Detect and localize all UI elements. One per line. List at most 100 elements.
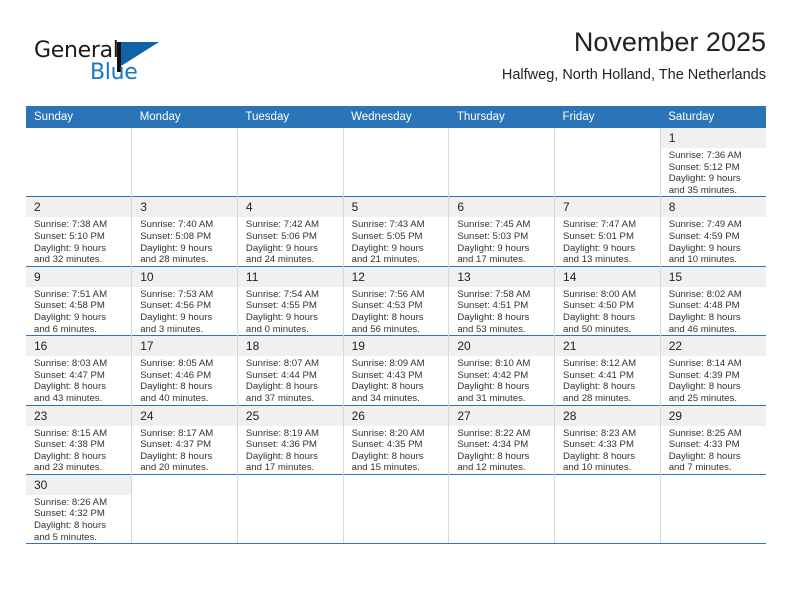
calendar-day-cell[interactable]: 7 Sunrise: 7:47 AM Sunset: 5:01 PM Daylight… — [554, 196, 661, 267]
page-header: General Blue November 2025 Halfweg, Nort… — [26, 26, 766, 102]
daylight-duration-line2: and 5 minutes. — [34, 531, 97, 543]
day-number: 23 — [26, 405, 132, 426]
daylight-duration-line2: and 17 minutes. — [245, 462, 315, 474]
sunrise-time: Sunrise: 8:26 AM — [34, 496, 108, 508]
weekday-header-friday: Friday — [554, 106, 661, 128]
day-sun-info: Sunrise: 8:20 AM Sunset: 4:35 PM Daylight:… — [344, 426, 449, 474]
day-number: 26 — [343, 405, 449, 426]
day-number: 22 — [660, 336, 766, 357]
day-number: 29 — [660, 405, 766, 426]
daylight-duration-line1: Daylight: 9 hours — [457, 242, 530, 254]
calendar-cell-empty — [554, 473, 661, 545]
daylight-duration-line2: and 10 minutes. — [563, 462, 632, 474]
day-number: 6 — [449, 197, 555, 218]
calendar-day-cell[interactable]: 30 Sunrise: 8:26 AM Sunset: 4:32 PM Dayligh… — [26, 473, 133, 545]
day-number: 9 — [26, 266, 132, 287]
calendar-day-cell[interactable]: 20 Sunrise: 8:10 AM Sunset: 4:42 PM Dayligh… — [448, 335, 556, 405]
day-cell-inner: 27 Sunrise: 8:22 AM Sunset: 4:34 PM Dayligh… — [449, 405, 555, 474]
calendar-day-cell[interactable]: 23 Sunrise: 8:15 AM Sunset: 4:38 PM Dayligh… — [26, 404, 133, 475]
calendar-day-cell[interactable]: 26 Sunrise: 8:20 AM Sunset: 4:35 PM Dayligh… — [343, 404, 450, 475]
logo-text-blue: Blue — [90, 60, 138, 85]
daylight-duration-line1: Daylight: 8 hours — [457, 311, 530, 323]
day-cell-inner: 30 Sunrise: 8:26 AM Sunset: 4:32 PM Dayligh… — [26, 474, 132, 543]
calendar-day-cell[interactable]: 15 Sunrise: 8:02 AM Sunset: 4:48 PM Dayligh… — [660, 265, 766, 336]
calendar-day-cell[interactable]: 18 Sunrise: 8:07 AM Sunset: 4:44 PM Dayligh… — [237, 335, 344, 405]
calendar-cell-empty — [343, 473, 450, 545]
daylight-duration-line1: Daylight: 8 hours — [351, 381, 424, 393]
day-sun-info: Sunrise: 8:25 AM Sunset: 4:33 PM Daylight:… — [661, 426, 766, 474]
calendar-day-cell[interactable]: 1 Sunrise: 7:36 AM Sunset: 5:12 PM Daylight… — [660, 128, 766, 197]
sunset-time: Sunset: 4:47 PM — [34, 369, 105, 381]
sunrise-time: Sunrise: 7:54 AM — [245, 288, 319, 300]
day-cell-inner: 14 Sunrise: 8:00 AM Sunset: 4:50 PM Dayligh… — [555, 266, 660, 335]
empty-cell-inner — [344, 128, 449, 196]
calendar-day-cell[interactable]: 24 Sunrise: 8:17 AM Sunset: 4:37 PM Dayligh… — [131, 404, 238, 475]
sunset-time: Sunset: 4:33 PM — [563, 439, 634, 451]
sunset-time: Sunset: 4:56 PM — [140, 300, 212, 312]
daylight-duration-line2: and 28 minutes. — [140, 254, 209, 266]
daylight-duration-line2: and 35 minutes. — [668, 184, 737, 196]
daylight-duration-line2: and 0 minutes. — [245, 323, 309, 335]
calendar-day-cell[interactable]: 21 Sunrise: 8:12 AM Sunset: 4:41 PM Dayligh… — [554, 335, 661, 405]
general-blue-logo[interactable]: General Blue — [34, 30, 194, 90]
calendar-day-cell[interactable]: 16 Sunrise: 8:03 AM Sunset: 4:47 PM Dayligh… — [26, 335, 133, 405]
day-cell-inner: 26 Sunrise: 8:20 AM Sunset: 4:35 PM Dayligh… — [343, 405, 449, 474]
sunset-time: Sunset: 5:03 PM — [457, 230, 529, 242]
empty-cell-inner — [661, 475, 766, 543]
day-cell-inner: 8 Sunrise: 7:49 AM Sunset: 4:59 PM Daylight… — [660, 197, 766, 265]
calendar-day-cell[interactable]: 5 Sunrise: 7:43 AM Sunset: 5:05 PM Daylight… — [343, 196, 450, 267]
calendar-day-cell[interactable]: 14 Sunrise: 8:00 AM Sunset: 4:50 PM Dayligh… — [554, 265, 661, 336]
sunset-time: Sunset: 4:42 PM — [457, 369, 529, 381]
calendar-day-cell[interactable]: 19 Sunrise: 8:09 AM Sunset: 4:43 PM Dayligh… — [343, 335, 450, 405]
calendar-day-cell[interactable]: 8 Sunrise: 7:49 AM Sunset: 4:59 PM Daylight… — [660, 196, 766, 267]
daylight-duration-line1: Daylight: 8 hours — [34, 520, 106, 532]
empty-cell-inner — [555, 128, 660, 196]
day-number: 16 — [26, 336, 132, 357]
calendar-day-cell[interactable]: 10 Sunrise: 7:53 AM Sunset: 4:56 PM Dayligh… — [131, 265, 238, 336]
calendar-day-cell[interactable]: 9 Sunrise: 7:51 AM Sunset: 4:58 PM Daylight… — [26, 265, 133, 336]
sunset-time: Sunset: 4:33 PM — [668, 439, 740, 451]
calendar-day-cell[interactable]: 6 Sunrise: 7:45 AM Sunset: 5:03 PM Daylight… — [448, 196, 556, 267]
daylight-duration-line1: Daylight: 8 hours — [140, 450, 213, 462]
day-cell-inner: 28 Sunrise: 8:23 AM Sunset: 4:33 PM Dayligh… — [555, 405, 660, 474]
day-cell-inner: 29 Sunrise: 8:25 AM Sunset: 4:33 PM Dayligh… — [660, 405, 766, 474]
calendar-day-cell[interactable]: 2 Sunrise: 7:38 AM Sunset: 5:10 PM Daylight… — [26, 196, 133, 267]
sunrise-time: Sunrise: 8:25 AM — [668, 427, 742, 439]
calendar-day-cell[interactable]: 17 Sunrise: 8:05 AM Sunset: 4:46 PM Dayligh… — [131, 335, 238, 405]
calendar-day-cell[interactable]: 22 Sunrise: 8:14 AM Sunset: 4:39 PM Dayligh… — [660, 335, 766, 405]
weekday-header-tuesday: Tuesday — [237, 106, 344, 128]
weekday-header-monday: Monday — [131, 106, 238, 128]
calendar-day-cell[interactable]: 25 Sunrise: 8:19 AM Sunset: 4:36 PM Dayligh… — [237, 404, 344, 475]
day-sun-info: Sunrise: 8:17 AM Sunset: 4:37 PM Daylight:… — [132, 426, 237, 474]
day-sun-info: Sunrise: 8:26 AM Sunset: 4:32 PM Daylight:… — [26, 495, 131, 543]
day-number: 11 — [237, 266, 343, 287]
day-sun-info: Sunrise: 7:43 AM Sunset: 5:05 PM Daylight:… — [344, 217, 449, 265]
day-sun-info: Sunrise: 7:42 AM Sunset: 5:06 PM Daylight:… — [238, 217, 343, 265]
day-cell-inner: 12 Sunrise: 7:56 AM Sunset: 4:53 PM Dayligh… — [343, 266, 449, 335]
day-sun-info: Sunrise: 7:56 AM Sunset: 4:53 PM Daylight:… — [344, 287, 449, 335]
daylight-duration-line1: Daylight: 9 hours — [351, 242, 424, 254]
calendar-day-cell[interactable]: 29 Sunrise: 8:25 AM Sunset: 4:33 PM Dayligh… — [660, 404, 766, 475]
day-cell-inner: 24 Sunrise: 8:17 AM Sunset: 4:37 PM Dayligh… — [132, 405, 237, 474]
sunset-time: Sunset: 4:46 PM — [140, 369, 212, 381]
calendar-cell-empty — [554, 128, 661, 197]
sunrise-time: Sunrise: 8:22 AM — [457, 427, 531, 439]
calendar-day-cell[interactable]: 28 Sunrise: 8:23 AM Sunset: 4:33 PM Dayligh… — [554, 404, 661, 475]
day-number: 17 — [132, 336, 237, 357]
day-number: 20 — [449, 336, 555, 357]
sunset-time: Sunset: 5:08 PM — [140, 230, 212, 242]
calendar-day-cell[interactable]: 13 Sunrise: 7:58 AM Sunset: 4:51 PM Dayligh… — [448, 265, 556, 336]
sunrise-time: Sunrise: 8:05 AM — [140, 358, 214, 370]
sunrise-time: Sunrise: 8:15 AM — [34, 427, 108, 439]
day-cell-inner: 21 Sunrise: 8:12 AM Sunset: 4:41 PM Dayligh… — [555, 336, 660, 404]
calendar-day-cell[interactable]: 11 Sunrise: 7:54 AM Sunset: 4:55 PM Dayligh… — [237, 265, 344, 336]
calendar-day-cell[interactable]: 4 Sunrise: 7:42 AM Sunset: 5:06 PM Daylight… — [237, 196, 344, 267]
calendar-day-cell[interactable]: 27 Sunrise: 8:22 AM Sunset: 4:34 PM Dayligh… — [448, 404, 556, 475]
calendar-day-cell[interactable]: 3 Sunrise: 7:40 AM Sunset: 5:08 PM Daylight… — [131, 196, 238, 267]
sunrise-time: Sunrise: 7:36 AM — [668, 150, 742, 161]
sunrise-time: Sunrise: 8:19 AM — [245, 427, 319, 439]
sunrise-time: Sunrise: 7:45 AM — [457, 219, 531, 231]
calendar-day-cell[interactable]: 12 Sunrise: 7:56 AM Sunset: 4:53 PM Dayligh… — [343, 265, 450, 336]
day-sun-info: Sunrise: 7:40 AM Sunset: 5:08 PM Daylight:… — [132, 217, 237, 265]
daylight-duration-line1: Daylight: 8 hours — [668, 450, 741, 462]
